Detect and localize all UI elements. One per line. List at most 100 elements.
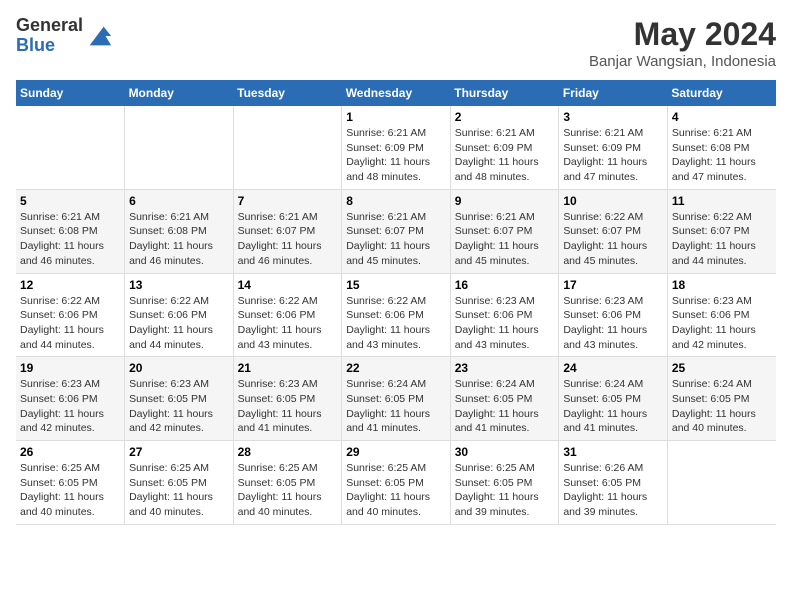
day-number: 8 bbox=[346, 194, 446, 208]
day-number: 1 bbox=[346, 110, 446, 124]
calendar-cell bbox=[667, 441, 776, 525]
day-info: Sunrise: 6:24 AM Sunset: 6:05 PM Dayligh… bbox=[346, 377, 446, 436]
calendar-table: SundayMondayTuesdayWednesdayThursdayFrid… bbox=[16, 80, 776, 525]
day-number: 2 bbox=[455, 110, 555, 124]
column-header-saturday: Saturday bbox=[667, 80, 776, 106]
day-info: Sunrise: 6:21 AM Sunset: 6:09 PM Dayligh… bbox=[455, 126, 555, 185]
day-number: 12 bbox=[20, 278, 120, 292]
calendar-header-row: SundayMondayTuesdayWednesdayThursdayFrid… bbox=[16, 80, 776, 106]
column-header-friday: Friday bbox=[559, 80, 668, 106]
day-number: 15 bbox=[346, 278, 446, 292]
calendar-cell: 26 Sunrise: 6:25 AM Sunset: 6:05 PM Dayli… bbox=[16, 441, 125, 525]
calendar-cell: 11 Sunrise: 6:22 AM Sunset: 6:07 PM Dayli… bbox=[667, 189, 776, 273]
day-info: Sunrise: 6:21 AM Sunset: 6:07 PM Dayligh… bbox=[455, 210, 555, 269]
page-header: General Blue May 2024 Banjar Wangsian, I… bbox=[16, 16, 776, 70]
day-info: Sunrise: 6:23 AM Sunset: 6:06 PM Dayligh… bbox=[455, 294, 555, 353]
day-info: Sunrise: 6:22 AM Sunset: 6:07 PM Dayligh… bbox=[672, 210, 772, 269]
day-number: 17 bbox=[563, 278, 663, 292]
day-number: 21 bbox=[238, 361, 338, 375]
day-number: 9 bbox=[455, 194, 555, 208]
calendar-cell: 13Sunrise: 6:22 AM Sunset: 6:06 PM Dayli… bbox=[125, 273, 234, 357]
day-info: Sunrise: 6:21 AM Sunset: 6:08 PM Dayligh… bbox=[129, 210, 229, 269]
calendar-cell: 6Sunrise: 6:21 AM Sunset: 6:08 PM Daylig… bbox=[125, 189, 234, 273]
day-info: Sunrise: 6:21 AM Sunset: 6:08 PM Dayligh… bbox=[672, 126, 772, 185]
day-number: 30 bbox=[455, 445, 555, 459]
calendar-cell bbox=[125, 106, 234, 189]
calendar-cell: 24Sunrise: 6:24 AM Sunset: 6:05 PM Dayli… bbox=[559, 357, 668, 441]
day-info: Sunrise: 6:22 AM Sunset: 6:06 PM Dayligh… bbox=[346, 294, 446, 353]
day-info: Sunrise: 6:23 AM Sunset: 6:05 PM Dayligh… bbox=[238, 377, 338, 436]
day-number: 23 bbox=[455, 361, 555, 375]
calendar-cell: 23Sunrise: 6:24 AM Sunset: 6:05 PM Dayli… bbox=[450, 357, 559, 441]
calendar-week-row: 1 Sunrise: 6:21 AM Sunset: 6:09 PM Daylig… bbox=[16, 106, 776, 189]
day-number: 5 bbox=[20, 194, 120, 208]
day-info: Sunrise: 6:24 AM Sunset: 6:05 PM Dayligh… bbox=[672, 377, 772, 436]
calendar-cell: 4 Sunrise: 6:21 AM Sunset: 6:08 PM Daylig… bbox=[667, 106, 776, 189]
logo-general: General bbox=[16, 15, 83, 35]
calendar-cell: 5 Sunrise: 6:21 AM Sunset: 6:08 PM Daylig… bbox=[16, 189, 125, 273]
day-number: 28 bbox=[238, 445, 338, 459]
logo-blue: Blue bbox=[16, 35, 55, 55]
calendar-week-row: 19Sunrise: 6:23 AM Sunset: 6:06 PM Dayli… bbox=[16, 357, 776, 441]
day-number: 29 bbox=[346, 445, 446, 459]
calendar-week-row: 12 Sunrise: 6:22 AM Sunset: 6:06 PM Dayli… bbox=[16, 273, 776, 357]
calendar-cell: 1 Sunrise: 6:21 AM Sunset: 6:09 PM Daylig… bbox=[342, 106, 451, 189]
calendar-cell: 14Sunrise: 6:22 AM Sunset: 6:06 PM Dayli… bbox=[233, 273, 342, 357]
column-header-wednesday: Wednesday bbox=[342, 80, 451, 106]
day-info: Sunrise: 6:21 AM Sunset: 6:07 PM Dayligh… bbox=[238, 210, 338, 269]
day-info: Sunrise: 6:25 AM Sunset: 6:05 PM Dayligh… bbox=[20, 461, 120, 520]
calendar-cell bbox=[233, 106, 342, 189]
calendar-cell: 19Sunrise: 6:23 AM Sunset: 6:06 PM Dayli… bbox=[16, 357, 125, 441]
title-block: May 2024 Banjar Wangsian, Indonesia bbox=[589, 16, 776, 70]
column-header-monday: Monday bbox=[125, 80, 234, 106]
calendar-cell: 29Sunrise: 6:25 AM Sunset: 6:05 PM Dayli… bbox=[342, 441, 451, 525]
calendar-week-row: 5 Sunrise: 6:21 AM Sunset: 6:08 PM Daylig… bbox=[16, 189, 776, 273]
calendar-cell: 7 Sunrise: 6:21 AM Sunset: 6:07 PM Daylig… bbox=[233, 189, 342, 273]
calendar-cell: 28Sunrise: 6:25 AM Sunset: 6:05 PM Dayli… bbox=[233, 441, 342, 525]
calendar-cell: 3 Sunrise: 6:21 AM Sunset: 6:09 PM Daylig… bbox=[559, 106, 668, 189]
day-info: Sunrise: 6:25 AM Sunset: 6:05 PM Dayligh… bbox=[129, 461, 229, 520]
day-info: Sunrise: 6:25 AM Sunset: 6:05 PM Dayligh… bbox=[455, 461, 555, 520]
calendar-cell: 8 Sunrise: 6:21 AM Sunset: 6:07 PM Daylig… bbox=[342, 189, 451, 273]
calendar-week-row: 26 Sunrise: 6:25 AM Sunset: 6:05 PM Dayli… bbox=[16, 441, 776, 525]
calendar-cell: 30 Sunrise: 6:25 AM Sunset: 6:05 PM Dayli… bbox=[450, 441, 559, 525]
day-number: 31 bbox=[563, 445, 663, 459]
day-number: 27 bbox=[129, 445, 229, 459]
day-number: 3 bbox=[563, 110, 663, 124]
calendar-cell: 15 Sunrise: 6:22 AM Sunset: 6:06 PM Dayli… bbox=[342, 273, 451, 357]
day-info: Sunrise: 6:23 AM Sunset: 6:06 PM Dayligh… bbox=[563, 294, 663, 353]
calendar-cell: 31Sunrise: 6:26 AM Sunset: 6:05 PM Dayli… bbox=[559, 441, 668, 525]
day-info: Sunrise: 6:21 AM Sunset: 6:08 PM Dayligh… bbox=[20, 210, 120, 269]
calendar-cell: 12 Sunrise: 6:22 AM Sunset: 6:06 PM Dayli… bbox=[16, 273, 125, 357]
calendar-cell: 21 Sunrise: 6:23 AM Sunset: 6:05 PM Dayli… bbox=[233, 357, 342, 441]
day-info: Sunrise: 6:22 AM Sunset: 6:06 PM Dayligh… bbox=[129, 294, 229, 353]
column-header-tuesday: Tuesday bbox=[233, 80, 342, 106]
day-number: 11 bbox=[672, 194, 772, 208]
calendar-cell: 20Sunrise: 6:23 AM Sunset: 6:05 PM Dayli… bbox=[125, 357, 234, 441]
day-info: Sunrise: 6:23 AM Sunset: 6:06 PM Dayligh… bbox=[20, 377, 120, 436]
day-number: 10 bbox=[563, 194, 663, 208]
day-info: Sunrise: 6:21 AM Sunset: 6:09 PM Dayligh… bbox=[346, 126, 446, 185]
day-info: Sunrise: 6:22 AM Sunset: 6:06 PM Dayligh… bbox=[238, 294, 338, 353]
day-number: 20 bbox=[129, 361, 229, 375]
logo-icon bbox=[85, 22, 113, 50]
calendar-cell: 2 Sunrise: 6:21 AM Sunset: 6:09 PM Daylig… bbox=[450, 106, 559, 189]
calendar-cell bbox=[16, 106, 125, 189]
day-number: 25 bbox=[672, 361, 772, 375]
day-number: 4 bbox=[672, 110, 772, 124]
day-number: 26 bbox=[20, 445, 120, 459]
day-number: 16 bbox=[455, 278, 555, 292]
calendar-cell: 9 Sunrise: 6:21 AM Sunset: 6:07 PM Daylig… bbox=[450, 189, 559, 273]
subtitle: Banjar Wangsian, Indonesia bbox=[589, 53, 776, 70]
day-info: Sunrise: 6:21 AM Sunset: 6:07 PM Dayligh… bbox=[346, 210, 446, 269]
calendar-cell: 10 Sunrise: 6:22 AM Sunset: 6:07 PM Dayli… bbox=[559, 189, 668, 273]
day-info: Sunrise: 6:21 AM Sunset: 6:09 PM Dayligh… bbox=[563, 126, 663, 185]
day-number: 18 bbox=[672, 278, 772, 292]
day-number: 7 bbox=[238, 194, 338, 208]
day-info: Sunrise: 6:22 AM Sunset: 6:07 PM Dayligh… bbox=[563, 210, 663, 269]
column-header-thursday: Thursday bbox=[450, 80, 559, 106]
calendar-cell: 25 Sunrise: 6:24 AM Sunset: 6:05 PM Dayli… bbox=[667, 357, 776, 441]
day-number: 24 bbox=[563, 361, 663, 375]
day-info: Sunrise: 6:22 AM Sunset: 6:06 PM Dayligh… bbox=[20, 294, 120, 353]
column-header-sunday: Sunday bbox=[16, 80, 125, 106]
